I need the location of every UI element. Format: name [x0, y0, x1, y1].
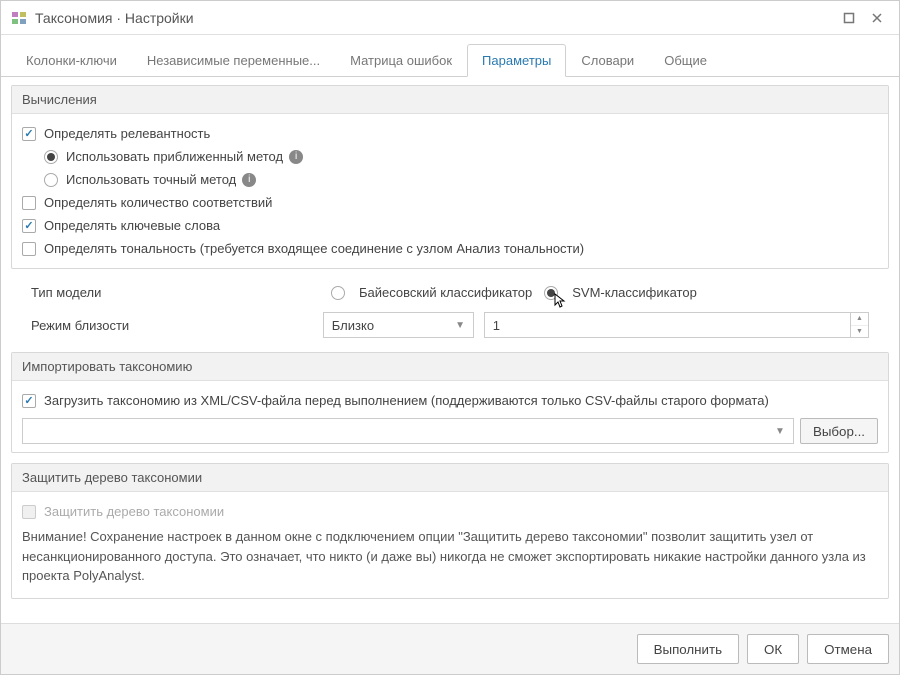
spinner-down[interactable]: ▼	[851, 326, 868, 338]
radio-bayes[interactable]	[331, 286, 345, 300]
spinner-up[interactable]: ▲	[851, 313, 868, 326]
label-tonality: Определять тональность (требуется входящ…	[44, 241, 584, 256]
label-bayes: Байесовский классификатор	[359, 285, 532, 300]
label-approx: Использовать приближенный метод	[66, 149, 283, 164]
protect-header: Защитить дерево таксономии	[12, 464, 888, 492]
checkbox-protect-tree	[22, 505, 36, 519]
spinner-value: 1	[485, 313, 850, 337]
tab-dictionaries[interactable]: Словари	[566, 44, 649, 77]
radio-approx[interactable]	[44, 150, 58, 164]
info-icon[interactable]: i	[289, 150, 303, 164]
select-proximity[interactable]: Близко ▼	[323, 312, 474, 338]
close-button[interactable]	[865, 6, 889, 30]
label-relevance: Определять релевантность	[44, 126, 210, 141]
computations-group: Вычисления Определять релевантность Испо…	[11, 85, 889, 269]
tab-confusion-matrix[interactable]: Матрица ошибок	[335, 44, 467, 77]
label-svm: SVM-классификатор	[572, 285, 697, 300]
checkbox-relevance[interactable]	[22, 127, 36, 141]
import-group: Импортировать таксономию Загрузить таксо…	[11, 352, 889, 453]
label-keywords: Определять ключевые слова	[44, 218, 220, 233]
label-proximity: Режим близости	[31, 318, 323, 333]
checkbox-load-taxonomy[interactable]	[22, 394, 36, 408]
maximize-button[interactable]	[837, 6, 861, 30]
footer-bar: Выполнить ОК Отмена	[1, 623, 899, 674]
protect-group: Защитить дерево таксономии Защитить дере…	[11, 463, 889, 599]
checkbox-matches[interactable]	[22, 196, 36, 210]
label-model-type: Тип модели	[31, 285, 331, 300]
content-area: Вычисления Определять релевантность Испо…	[1, 77, 899, 623]
select-proximity-value: Близко	[332, 318, 374, 333]
label-exact: Использовать точный метод	[66, 172, 236, 187]
app-icon	[11, 10, 27, 26]
cancel-button[interactable]: Отмена	[807, 634, 889, 664]
tab-general[interactable]: Общие	[649, 44, 722, 77]
protect-warning-text: Внимание! Сохранение настроек в данном о…	[22, 523, 878, 590]
spinner-proximity[interactable]: 1 ▲ ▼	[484, 312, 869, 338]
import-header: Импортировать таксономию	[12, 353, 888, 381]
checkbox-tonality[interactable]	[22, 242, 36, 256]
file-path-input[interactable]: ▼	[22, 418, 794, 444]
tab-columns[interactable]: Колонки-ключи	[11, 44, 132, 77]
tab-parameters[interactable]: Параметры	[467, 44, 566, 77]
chevron-down-icon: ▼	[455, 320, 465, 331]
tab-independent-vars[interactable]: Независимые переменные...	[132, 44, 335, 77]
tabs-bar: Колонки-ключи Независимые переменные... …	[1, 35, 899, 77]
info-icon[interactable]: i	[242, 173, 256, 187]
browse-button[interactable]: Выбор...	[800, 418, 878, 444]
chevron-down-icon: ▼	[775, 426, 785, 437]
title-bar: Таксономия · Настройки	[1, 1, 899, 35]
label-matches: Определять количество соответствий	[44, 195, 272, 210]
run-button[interactable]: Выполнить	[637, 634, 739, 664]
ok-button[interactable]: ОК	[747, 634, 799, 664]
computations-header: Вычисления	[12, 86, 888, 114]
radio-svm[interactable]	[544, 286, 558, 300]
label-protect-tree: Защитить дерево таксономии	[44, 504, 224, 519]
params-section: Тип модели Байесовский классификатор SVM…	[11, 279, 889, 352]
checkbox-keywords[interactable]	[22, 219, 36, 233]
label-load-taxonomy: Загрузить таксономию из XML/CSV-файла пе…	[44, 393, 769, 408]
window-title: Таксономия · Настройки	[35, 10, 833, 26]
radio-exact[interactable]	[44, 173, 58, 187]
